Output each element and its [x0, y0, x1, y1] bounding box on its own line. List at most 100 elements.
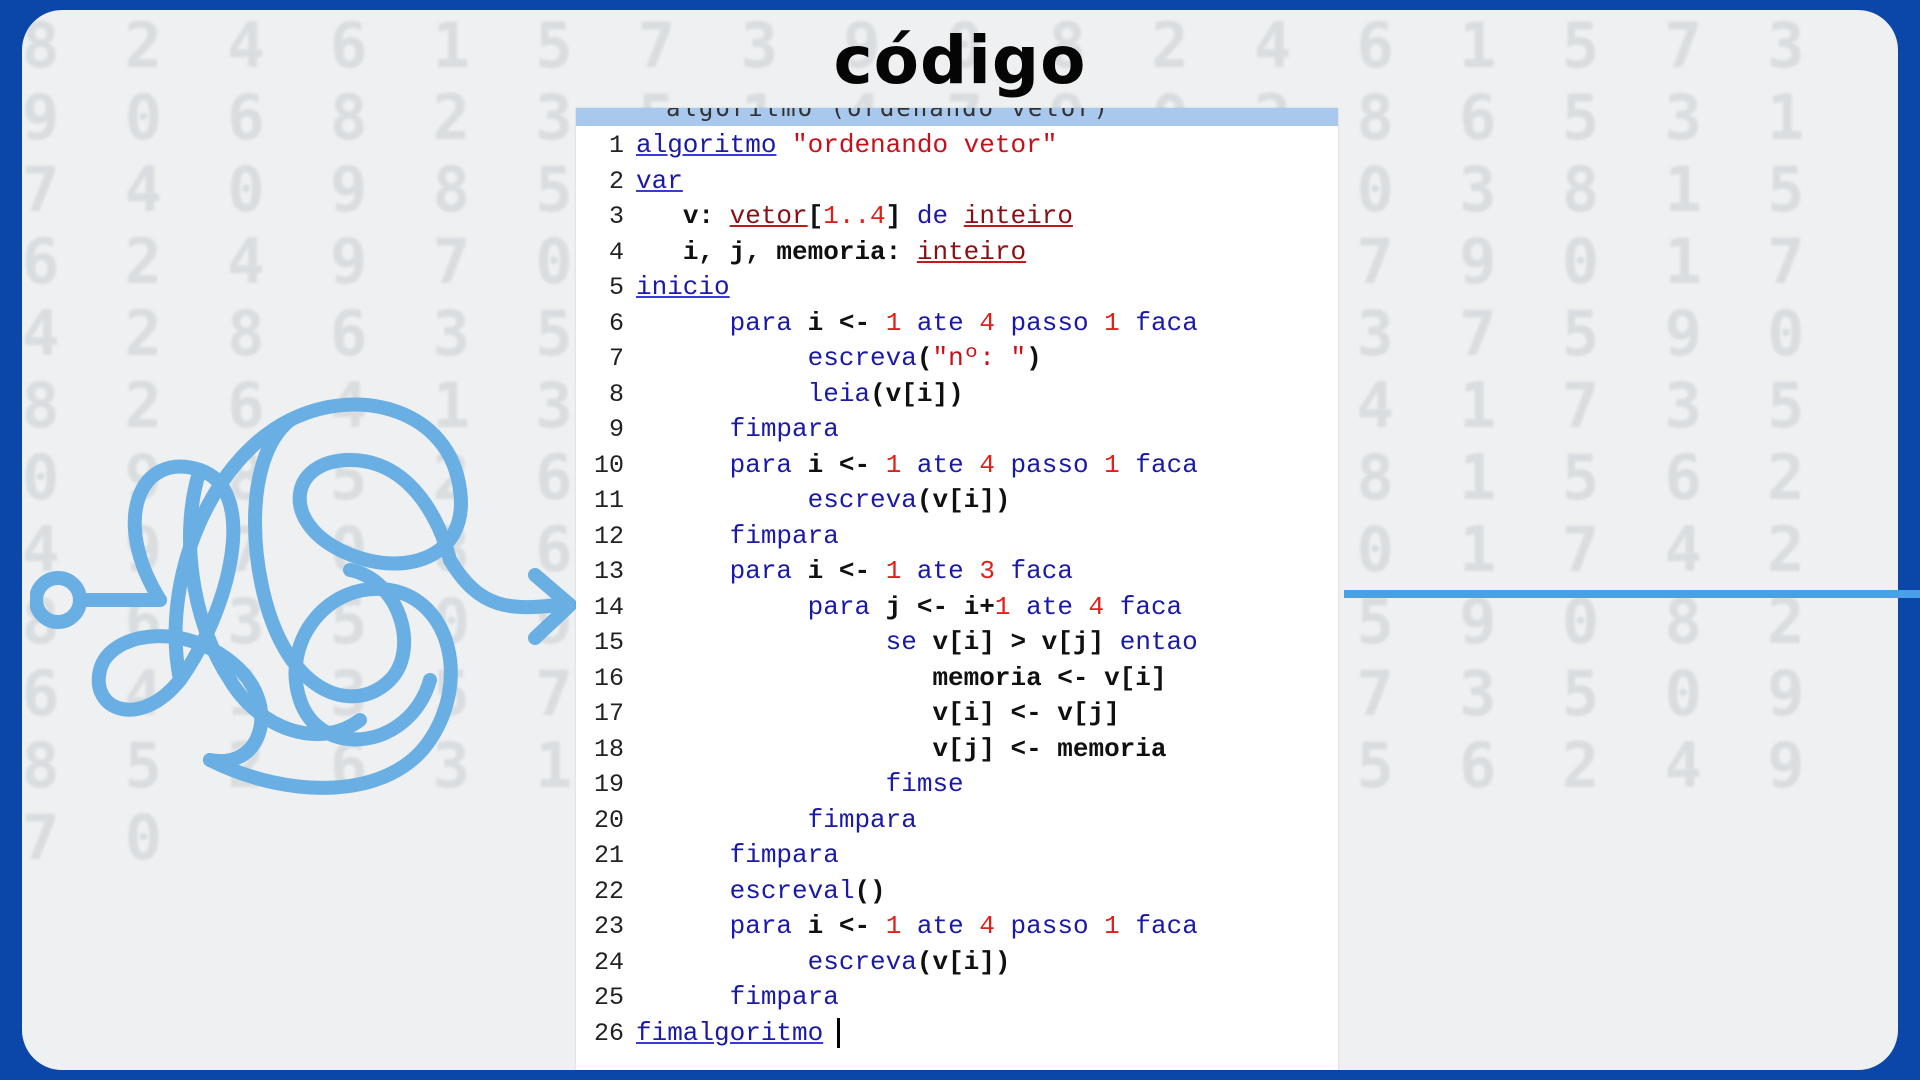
code-line[interactable]: 23 para i <- 1 ate 4 passo 1 faca: [576, 909, 1338, 945]
code-token: ate: [916, 449, 964, 480]
code-token: leia: [807, 378, 871, 409]
code-token: passo: [1010, 449, 1089, 480]
code-line[interactable]: 14 para j <- i+1 ate 4 faca: [576, 590, 1338, 626]
code-text[interactable]: escreva("nº: "): [636, 341, 1042, 377]
code-line[interactable]: 15 se v[i] > v[j] entao: [576, 625, 1338, 661]
code-text[interactable]: i, j, memoria: inteiro: [636, 235, 1026, 271]
code-text[interactable]: escreva(v[i]): [636, 945, 1011, 981]
code-token: [: [807, 201, 824, 231]
line-number: 20: [593, 805, 624, 835]
code-token: inteiro: [963, 201, 1073, 231]
line-number: 23: [593, 912, 624, 941]
code-line[interactable]: 9 fimpara: [576, 412, 1338, 448]
code-line[interactable]: 6 para i <- 1 ate 4 passo 1 faca: [576, 306, 1338, 342]
code-token: 1: [1104, 449, 1120, 480]
code-token: v[i] <- v[j]: [932, 698, 1120, 728]
code-lines[interactable]: 1 algoritmo "ordenando vetor" 2 var 3 v: vet…: [576, 128, 1338, 1051]
code-line[interactable]: 7 escreva("nº: "): [576, 341, 1338, 377]
code-line[interactable]: 19 fimse: [576, 767, 1338, 803]
code-token: escreva: [807, 343, 917, 373]
code-token: (v[i]): [916, 946, 1011, 977]
code-text[interactable]: leia(v[i]): [636, 377, 964, 413]
code-token: para: [729, 911, 793, 941]
code-token: i <-: [807, 556, 871, 586]
code-text[interactable]: v[i] <- v[j]: [636, 696, 1120, 732]
code-text[interactable]: se v[i] > v[j] entao: [636, 625, 1198, 661]
code-line[interactable]: 17 v[i] <- v[j]: [576, 696, 1338, 732]
code-text[interactable]: para i <- 1 ate 4 passo 1 faca: [636, 448, 1198, 484]
code-line[interactable]: 22 escreval(): [576, 874, 1338, 910]
code-text[interactable]: fimalgoritmo: [636, 1016, 841, 1052]
line-number: 2: [608, 166, 624, 196]
code-text[interactable]: fimpara: [636, 412, 839, 448]
code-text[interactable]: fimpara: [636, 519, 839, 555]
code-token: vetor: [729, 201, 808, 231]
code-token: i <-: [807, 449, 871, 480]
code-line[interactable]: 26 fimalgoritmo: [576, 1016, 1338, 1052]
code-text[interactable]: v: vetor[1..4] de inteiro: [636, 199, 1073, 235]
code-text[interactable]: inicio: [636, 270, 730, 306]
code-line[interactable]: 1 algoritmo "ordenando vetor": [576, 128, 1338, 164]
code-text[interactable]: escreval(): [636, 874, 886, 910]
code-text[interactable]: var: [636, 164, 683, 200]
code-token: 1: [885, 911, 902, 941]
code-line[interactable]: 16 memoria <- v[i]: [576, 661, 1338, 697]
code-token: algoritmo: [636, 130, 777, 160]
code-line[interactable]: 5 inicio: [576, 270, 1338, 306]
code-text[interactable]: para i <- 1 ate 4 passo 1 faca: [636, 306, 1198, 342]
code-token: fimpara: [729, 840, 839, 870]
code-token: passo: [1010, 911, 1089, 941]
line-number: 24: [593, 947, 624, 977]
code-token: (): [854, 875, 886, 906]
code-text[interactable]: v[j] <- memoria: [636, 732, 1166, 768]
code-text[interactable]: fimpara: [636, 980, 839, 1016]
code-text[interactable]: fimse: [636, 767, 964, 803]
code-token: inteiro: [916, 236, 1027, 267]
code-line[interactable]: 8 leia(v[i]): [576, 377, 1338, 413]
code-line[interactable]: 10 para i <- 1 ate 4 passo 1 faca: [576, 448, 1338, 484]
code-text[interactable]: fimpara: [636, 803, 917, 839]
code-token: se: [885, 627, 917, 657]
code-line[interactable]: 20 fimpara: [576, 803, 1338, 839]
line-number: 5: [608, 273, 624, 302]
code-text[interactable]: memoria <- v[i]: [636, 661, 1166, 697]
code-line[interactable]: 11 escreva(v[i]): [576, 483, 1338, 519]
code-editor[interactable]: algoritmo (ordenando vetor) 1 algoritmo "…: [576, 108, 1338, 1070]
code-text[interactable]: algoritmo "ordenando vetor": [636, 128, 1057, 164]
code-token: passo: [1010, 307, 1089, 338]
code-text[interactable]: escreva(v[i]): [636, 483, 1011, 519]
code-line[interactable]: 4 i, j, memoria: inteiro: [576, 235, 1338, 271]
line-number: 1: [608, 131, 624, 160]
code-line[interactable]: 18 v[j] <- memoria: [576, 732, 1338, 768]
code-line[interactable]: 24 escreva(v[i]): [576, 945, 1338, 981]
code-token: para: [729, 307, 793, 338]
code-line[interactable]: 21 fimpara: [576, 838, 1338, 874]
code-token: 4: [1088, 591, 1105, 622]
code-line[interactable]: 25 fimpara: [576, 980, 1338, 1016]
code-line[interactable]: 2 var: [576, 164, 1338, 200]
line-number: 9: [608, 415, 624, 444]
code-text[interactable]: para i <- 1 ate 3 faca: [636, 554, 1073, 590]
code-line[interactable]: 3 v: vetor[1..4] de inteiro: [576, 199, 1338, 235]
code-line[interactable]: 12 fimpara: [576, 519, 1338, 555]
code-line[interactable]: 13 para i <- 1 ate 3 faca: [576, 554, 1338, 590]
code-token: 4: [979, 449, 995, 480]
code-token: ate: [916, 307, 964, 338]
code-token: para: [807, 591, 871, 622]
code-text[interactable]: fimpara: [636, 838, 839, 874]
code-text[interactable]: para i <- 1 ate 4 passo 1 faca: [636, 909, 1198, 945]
code-token: ): [1026, 343, 1042, 373]
code-text[interactable]: para j <- i+1 ate 4 faca: [636, 590, 1183, 626]
